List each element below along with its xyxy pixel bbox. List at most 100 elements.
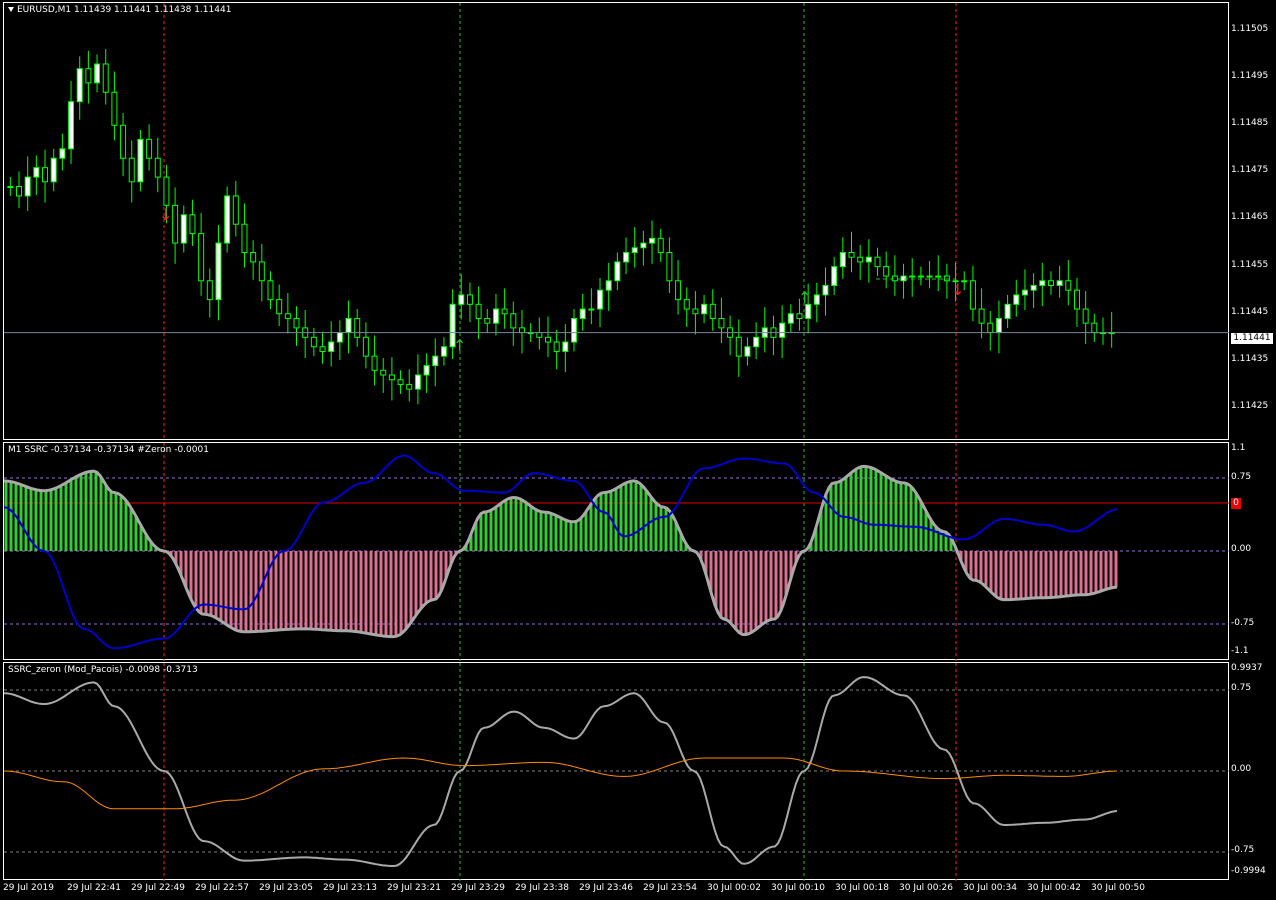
candle-body	[553, 341, 560, 352]
price-chart-canvas[interactable]: ↓ ↓ ↑ ↑	[4, 3, 1230, 441]
candle-body	[857, 256, 864, 263]
candle-body	[354, 317, 361, 338]
time-axis-label: 30 Jul 00:10	[771, 883, 825, 893]
axis-tick-label: -0.75	[1231, 618, 1255, 628]
candle-body	[813, 294, 820, 305]
candle-body	[42, 167, 49, 183]
candle-body	[466, 294, 473, 305]
candle-body	[206, 280, 213, 301]
axis-tick-label: -0.9994	[1231, 866, 1266, 876]
time-axis-label: 30 Jul 00:26	[899, 883, 953, 893]
current-price-label: 1.11441	[1231, 333, 1273, 344]
candle-body	[310, 336, 317, 348]
candle-body	[423, 365, 430, 376]
candle-body	[969, 280, 976, 310]
axis-tick-label: 1.11445	[1231, 307, 1269, 317]
price-chart-pane[interactable]: ↓ ↓ ↑ ↑ EURUSD,M1 1.11439 1.11441 1.11438 1…	[3, 2, 1230, 441]
candle-body	[822, 284, 829, 296]
axis-tick-label: 0.00	[1231, 764, 1252, 774]
candle-body	[926, 275, 933, 278]
candle-body	[7, 186, 14, 189]
axis-tick-label: 1.1	[1231, 443, 1246, 453]
candle-body	[33, 167, 40, 178]
candle-body	[1047, 280, 1054, 286]
ssrc-indicator-pane[interactable]: M1 SSRC -0.37134 -0.37134 #Zeron -0.0001	[3, 442, 1230, 661]
sell-arrow-icon: ↓	[159, 205, 172, 224]
candle-body	[475, 303, 482, 319]
candle-body	[371, 355, 378, 371]
candle-body	[85, 68, 92, 84]
candle-body	[935, 275, 942, 278]
candle-body	[102, 63, 109, 93]
candle-body	[891, 275, 898, 282]
candle-body	[995, 317, 1002, 334]
dropdown-icon[interactable]	[8, 7, 14, 12]
axis-tick-label: -1.1	[1231, 646, 1249, 656]
axis-tick-label: 1.11455	[1231, 260, 1269, 270]
candle-body	[120, 124, 127, 159]
candle-body	[943, 275, 950, 282]
axis-tick-label: 1.11505	[1231, 24, 1269, 34]
candle-body	[987, 322, 994, 334]
candle-body	[319, 346, 326, 352]
price-axis[interactable]: 1.11505 1.11495 1.11485 1.11475 1.11465 1.114…	[1229, 2, 1276, 440]
ssrc-label: M1 SSRC -0.37134 -0.37134 #Zeron -0.0001	[8, 445, 209, 455]
axis-tick-label: 1.11435	[1231, 354, 1269, 364]
candle-body	[458, 294, 465, 305]
candle-body	[59, 148, 66, 159]
candle-body	[597, 289, 604, 310]
candle-body	[744, 346, 751, 357]
candle-body	[848, 251, 855, 258]
candle-body	[440, 346, 447, 357]
level-marker: 0	[1231, 498, 1241, 509]
axis-tick-label: 0.00	[1231, 544, 1252, 554]
symbol-text: EURUSD,M1 1.11439 1.11441 1.11438 1.1144…	[17, 5, 232, 15]
candle-body	[562, 341, 569, 352]
ssrc-axis[interactable]: 1.1 0.75 0.00 -0.75 -1.1	[1229, 442, 1276, 660]
axis-tick-label: 1.11465	[1231, 212, 1269, 222]
candle-body	[1091, 322, 1098, 334]
time-axis-label: 29 Jul 23:29	[451, 883, 505, 893]
axis-tick-label: 1.11485	[1231, 118, 1269, 128]
buy-arrow-icon: ↑	[453, 336, 466, 355]
candle-body	[336, 332, 343, 343]
candle-body	[180, 214, 187, 244]
candle-body	[900, 275, 907, 282]
candle-body	[388, 374, 395, 381]
candle-body	[380, 369, 387, 376]
candle-body	[1039, 280, 1046, 286]
ssrc-zeron-canvas[interactable]	[4, 663, 1230, 881]
candle-body	[909, 275, 916, 278]
candle-body	[172, 204, 179, 244]
candle-body	[24, 176, 31, 197]
time-axis-label: 29 Jul 2019	[3, 883, 54, 893]
candle-body	[432, 355, 439, 367]
candle-body	[163, 176, 170, 206]
candle-body	[978, 308, 985, 324]
time-axis-label: 29 Jul 23:46	[579, 883, 633, 893]
time-axis[interactable]: 29 Jul 2019 29 Jul 22:41 29 Jul 22:49 29 Ju…	[3, 880, 1229, 900]
ssrc-zeron-axis[interactable]: 0.9937 0.75 0.00 -0.75 -0.9994	[1229, 662, 1276, 880]
candle-body	[1004, 303, 1011, 319]
axis-tick-label: 1.11495	[1231, 71, 1269, 81]
candle-body	[284, 313, 291, 319]
candle-body	[94, 63, 101, 84]
ssrc-zeron-pane[interactable]: SSRC_zeron (Mod_Pacois) -0.0098 -0.3713	[3, 662, 1230, 881]
candle-body	[865, 256, 872, 263]
time-axis-label: 30 Jul 00:34	[963, 883, 1017, 893]
candle-body	[267, 280, 274, 301]
candle-body	[753, 336, 760, 348]
candle-body	[492, 308, 499, 324]
time-axis-label: 29 Jul 23:38	[515, 883, 569, 893]
candle-body	[345, 317, 352, 334]
time-axis-label: 30 Jul 00:50	[1091, 883, 1145, 893]
candle-body	[76, 68, 83, 103]
candle-body	[510, 313, 517, 329]
ssrc-indicator-canvas[interactable]	[4, 443, 1230, 661]
axis-tick-label: -0.75	[1231, 845, 1255, 855]
time-axis-label: 29 Jul 23:13	[323, 883, 377, 893]
candle-body	[224, 195, 231, 244]
candle-body	[623, 251, 630, 263]
candle-body	[579, 308, 586, 319]
candle-body	[779, 322, 786, 338]
